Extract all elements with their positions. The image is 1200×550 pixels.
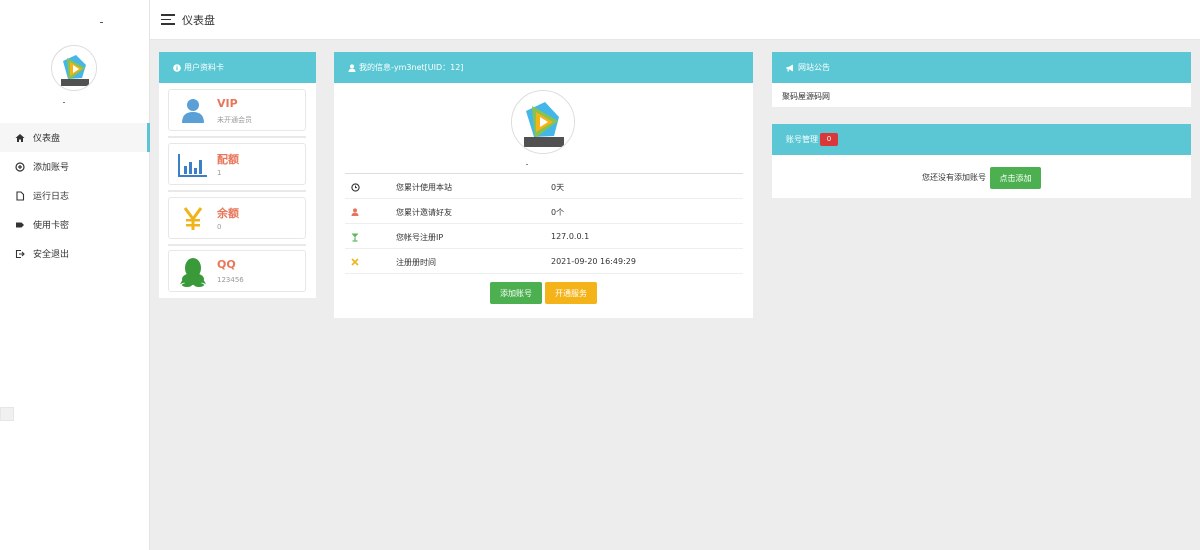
qq-card: QQ 123456 (168, 250, 306, 292)
table-row: 注册册时间 2021-09-20 16:49:29 (345, 249, 743, 274)
info-table: 您累计使用本站 0天 您累计邀请好友 0个 您帐号注册IP 127.0.0.1 … (345, 173, 743, 274)
sidebar-item-label: 仪表盘 (33, 134, 61, 144)
decorative-dot (526, 164, 528, 165)
decorative-dot (100, 22, 103, 23)
top-header: 仪表盘 (150, 0, 1200, 40)
announcement-content: 聚码屋源码网 (782, 92, 830, 101)
card-label: QQ (217, 258, 236, 271)
avatar (51, 45, 97, 91)
account-manage-panel: 账号管理 0 您还没有添加账号 点击添加 (772, 124, 1191, 198)
my-info-panel: 我的信息-ym3net[UID：12] 您累计使用本站 0天 您累计邀请好友 0… (334, 52, 753, 318)
card-label: 配额 (217, 153, 239, 166)
panel-body: 您还没有添加账号 点击添加 (772, 155, 1191, 198)
qq-icon (178, 257, 208, 287)
user-icon (178, 96, 208, 126)
panel-title: 账号管理 (786, 135, 818, 144)
add-circle-icon (14, 161, 26, 173)
count-badge: 0 (820, 133, 838, 146)
panel-title: 网站公告 (798, 63, 830, 72)
row-value: 0个 (551, 208, 565, 217)
row-label: 您帐号注册IP (396, 233, 444, 242)
row-value: 127.0.0.1 (551, 232, 590, 241)
empty-message: 您还没有添加账号 (922, 173, 986, 182)
panel-title: 我的信息-ym3net[UID：12] (359, 63, 464, 72)
row-value: 0天 (551, 183, 565, 192)
clock-icon (350, 182, 360, 192)
sidebar: 仪表盘 添加账号 运行日志 使用卡密 安全退出 (0, 0, 150, 550)
row-label: 您累计使用本站 (396, 183, 452, 192)
page-title: 仪表盘 (182, 13, 215, 27)
row-value: 2021-09-20 16:49:29 (551, 257, 636, 266)
close-icon (350, 257, 360, 267)
sidebar-item-label: 使用卡密 (33, 221, 70, 231)
divider (168, 244, 306, 246)
tag-icon (14, 219, 26, 231)
card-label: 余额 (217, 207, 239, 220)
yen-icon (178, 204, 208, 234)
row-label: 您累计邀请好友 (396, 208, 452, 217)
divider (168, 190, 306, 192)
user-icon (350, 207, 360, 217)
sidebar-item-run-log[interactable]: 运行日志 (0, 181, 150, 210)
logout-icon (14, 248, 26, 260)
table-row: 您累计邀请好友 0个 (345, 199, 743, 224)
divider (168, 136, 306, 138)
click-add-button[interactable]: 点击添加 (990, 167, 1041, 189)
card-value: 1 (217, 169, 222, 177)
row-label: 注册册时间 (396, 258, 436, 267)
menu-icon[interactable] (161, 14, 175, 25)
bullhorn-icon (786, 64, 795, 72)
sidebar-item-logout[interactable]: 安全退出 (0, 239, 150, 268)
open-service-button[interactable]: 开通服务 (545, 282, 597, 304)
sidebar-item-dashboard[interactable]: 仪表盘 (0, 123, 150, 152)
vip-card: VIP 未开通会员 (168, 89, 306, 131)
sidebar-collapse-handle[interactable] (0, 407, 14, 421)
sidebar-nav: 仪表盘 添加账号 运行日志 使用卡密 安全退出 (0, 123, 150, 268)
decorative-dot (63, 102, 65, 103)
panel-header: 我的信息-ym3net[UID：12] (334, 52, 753, 83)
glass-icon (350, 232, 360, 242)
panel-title: 用户资料卡 (184, 63, 224, 72)
card-value: 123456 (217, 276, 244, 284)
quota-card: 配额 1 (168, 143, 306, 185)
home-icon (14, 132, 26, 144)
panel-header: 用户资料卡 (159, 52, 316, 83)
info-icon (173, 63, 181, 72)
add-account-button[interactable]: 添加账号 (490, 282, 542, 304)
bar-chart-icon (178, 150, 208, 180)
card-value: 未开通会员 (217, 116, 252, 124)
profile-card-panel: 用户资料卡 VIP 未开通会员 配额 1 余额 0 QQ 123456 (159, 52, 316, 298)
sidebar-item-label: 运行日志 (33, 192, 70, 202)
avatar (511, 90, 575, 154)
user-icon (348, 63, 356, 72)
card-label: VIP (217, 97, 238, 110)
card-value: 0 (217, 223, 222, 231)
file-icon (14, 190, 26, 202)
sidebar-item-use-card[interactable]: 使用卡密 (0, 210, 150, 239)
sidebar-item-label: 添加账号 (33, 163, 70, 173)
panel-header: 网站公告 (772, 52, 1191, 83)
table-row: 您帐号注册IP 127.0.0.1 (345, 224, 743, 249)
sidebar-item-add-account[interactable]: 添加账号 (0, 152, 150, 181)
announcement-panel: 网站公告 聚码屋源码网 (772, 52, 1191, 107)
balance-card: 余额 0 (168, 197, 306, 239)
sidebar-item-label: 安全退出 (33, 250, 70, 260)
panel-header: 账号管理 0 (772, 124, 1191, 155)
table-row: 您累计使用本站 0天 (345, 174, 743, 199)
